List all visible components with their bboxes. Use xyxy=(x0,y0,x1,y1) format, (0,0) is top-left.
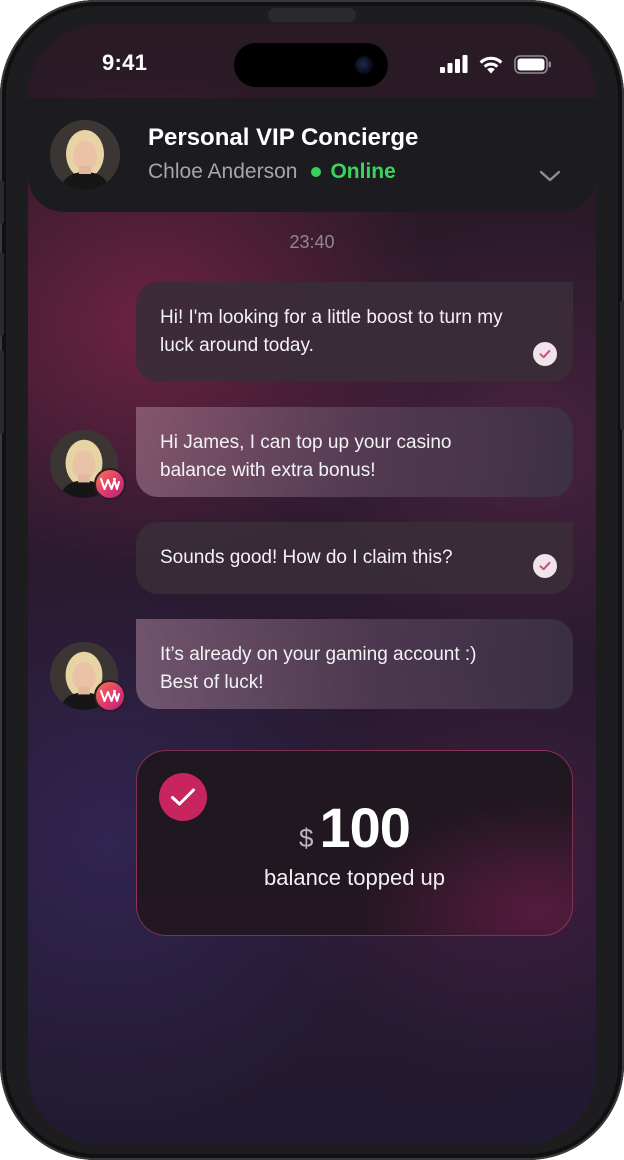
front-camera xyxy=(355,56,373,74)
online-status-label: Online xyxy=(330,160,396,183)
phone-speaker xyxy=(268,8,356,22)
amount-value: 100 xyxy=(319,796,411,859)
concierge-avatar xyxy=(50,120,120,190)
brand-badge-icon xyxy=(94,680,126,712)
header-title: Personal VIP Concierge xyxy=(148,124,419,151)
battery-icon xyxy=(514,54,551,74)
message-text: Sounds good! How do I claim this? xyxy=(160,547,453,568)
side-button-volume-up xyxy=(0,252,4,336)
cellular-signal-icon xyxy=(440,55,468,73)
read-check-icon xyxy=(533,342,557,366)
balance-topup-card: $ 100 balance topped up xyxy=(136,750,573,936)
phone-frame: 9:41 Personal VIP Concierge Chloe Anders… xyxy=(0,0,624,1160)
phone-screen: 9:41 Personal VIP Concierge Chloe Anders… xyxy=(28,24,596,1144)
message-text: Hi! I'm looking for a little boost to tu… xyxy=(160,307,503,356)
message-text: Hi James, I can top up your casino balan… xyxy=(160,432,452,481)
read-check-icon xyxy=(533,554,557,578)
brand-badge-icon xyxy=(94,468,126,500)
agent-name: Chloe Anderson xyxy=(148,160,298,183)
side-button-volume-down xyxy=(0,350,4,434)
message-avatar xyxy=(50,430,126,500)
header-subtitle: Chloe Anderson Online xyxy=(148,160,396,184)
topup-label: balance topped up xyxy=(263,865,446,890)
chat-timestamp: 23:40 xyxy=(289,232,335,252)
currency-symbol: $ xyxy=(299,823,314,853)
message-text: It’s already on your gaming account :) B… xyxy=(160,644,477,693)
online-status-dot xyxy=(311,167,322,177)
message-incoming: Hi James, I can top up your casino balan… xyxy=(136,407,573,497)
side-button-power xyxy=(620,300,624,430)
message-incoming: It’s already on your gaming account :) B… xyxy=(136,619,573,709)
status-icons xyxy=(440,54,552,74)
topup-amount: $ 100 xyxy=(137,795,572,860)
message-outgoing: Hi! I'm looking for a little boost to tu… xyxy=(136,282,573,382)
message-avatar xyxy=(50,642,126,712)
message-outgoing: Sounds good! How do I claim this? xyxy=(136,522,573,594)
concierge-header[interactable]: Personal VIP Concierge Chloe Anderson On… xyxy=(28,98,596,212)
status-time: 9:41 xyxy=(102,50,148,75)
chevron-down-icon[interactable] xyxy=(538,168,562,184)
wifi-icon xyxy=(479,56,503,73)
dynamic-island xyxy=(234,43,388,87)
side-button-action xyxy=(0,180,4,224)
